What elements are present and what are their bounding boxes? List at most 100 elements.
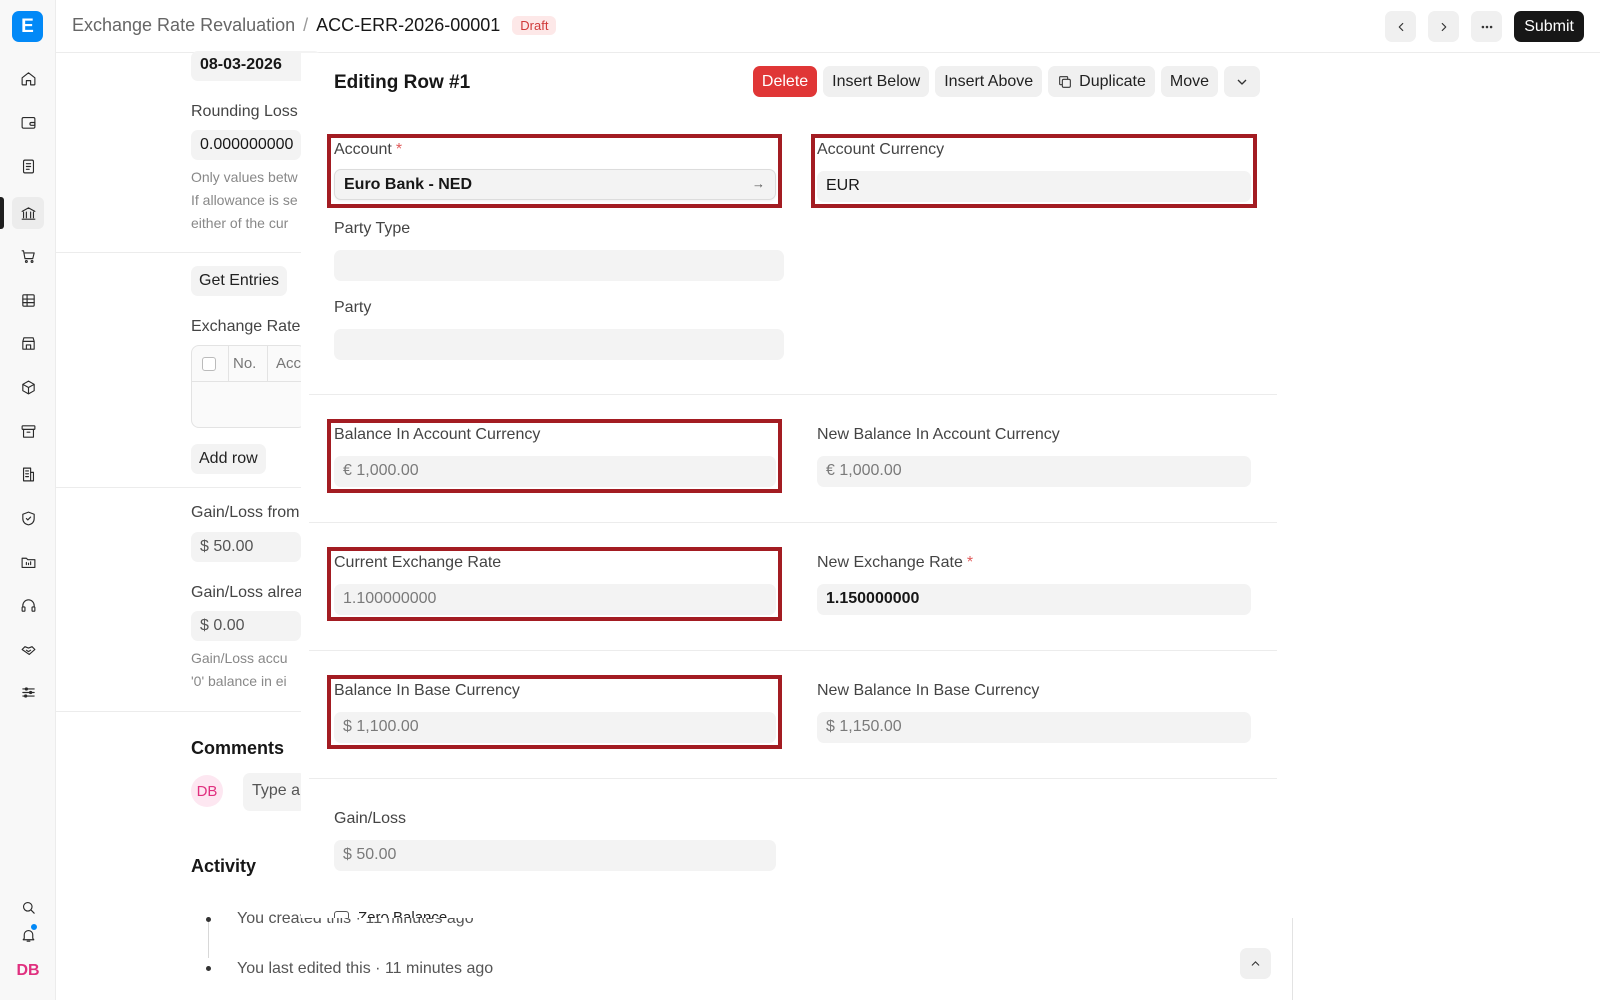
grid-select-all-checkbox[interactable]	[202, 356, 216, 371]
archive-icon[interactable]	[12, 415, 44, 447]
required-mark: *	[966, 554, 974, 571]
breadcrumb-separator: /	[303, 15, 309, 35]
breadcrumb-current: ACC-ERR-2026-00001	[316, 15, 501, 35]
chevron-left-icon	[1398, 22, 1404, 31]
panel-title: Editing Row #1	[334, 72, 471, 93]
top-actions: Submit	[1385, 11, 1584, 42]
top-bar: Exchange Rate Revaluation / ACC-ERR-2026…	[56, 0, 1600, 53]
shield-icon[interactable]	[12, 502, 44, 534]
chevron-right-icon	[1441, 22, 1447, 31]
section-divider	[309, 394, 1277, 395]
folder-icon[interactable]	[12, 546, 44, 578]
divider	[56, 487, 301, 488]
zero-balance-checkbox[interactable]	[334, 911, 349, 918]
activity-dot	[206, 917, 211, 922]
insert-below-button[interactable]: Insert Below	[823, 66, 930, 97]
comment-input[interactable]: Type a	[243, 773, 306, 811]
highlight-box	[327, 675, 782, 749]
activity-dot	[206, 966, 211, 971]
new-balance-account-currency-label: New Balance In Account Currency	[817, 426, 1060, 443]
new-exchange-rate-input[interactable]: 1.150000000	[817, 584, 1251, 615]
gain-loss-from-input[interactable]: $ 50.00	[191, 532, 301, 562]
get-entries-button[interactable]: Get Entries	[191, 266, 288, 296]
bell-icon[interactable]	[12, 919, 44, 951]
duplicate-row-button[interactable]: Duplicate	[1048, 66, 1155, 97]
chevron-up-icon	[1251, 961, 1260, 966]
highlight-box	[327, 419, 782, 493]
new-balance-account-currency-field: € 1,000.00	[817, 456, 1251, 487]
grid-header: No. Acc	[192, 346, 305, 382]
section-divider	[309, 650, 1277, 651]
collapse-panel-button[interactable]	[1224, 66, 1260, 97]
new-balance-base-currency-label: New Balance In Base Currency	[817, 682, 1040, 699]
handshake-icon[interactable]	[12, 633, 44, 665]
home-icon[interactable]	[12, 62, 44, 94]
exchange-rate-table-label: Exchange Rate	[191, 318, 301, 335]
delete-row-button[interactable]: Delete	[752, 66, 818, 97]
highlight-box	[811, 134, 1257, 208]
breadcrumb-parent[interactable]: Exchange Rate Revaluation	[72, 15, 295, 36]
store-icon[interactable]	[12, 327, 44, 359]
active-indicator	[0, 197, 4, 229]
editing-row-panel: Editing Row #1 Delete Insert Below Inser…	[301, 53, 1292, 918]
new-balance-base-currency-field: $ 1,150.00	[817, 712, 1251, 743]
activity-title: Activity	[191, 856, 257, 876]
more-horizontal-icon	[1481, 25, 1493, 28]
move-row-button[interactable]: Move	[1160, 66, 1218, 97]
notification-dot	[30, 923, 38, 931]
section-divider	[309, 522, 1277, 523]
highlight-box	[327, 134, 782, 208]
new-exchange-rate-label-text: New Exchange Rate	[817, 554, 963, 571]
sidebar-rail: E DB	[0, 0, 56, 1000]
status-badge: Draft	[512, 16, 557, 35]
party-type-field[interactable]	[334, 250, 784, 281]
app-logo[interactable]: E	[12, 11, 43, 42]
gain-loss-field: $ 50.00	[334, 840, 776, 871]
wallet-icon[interactable]	[12, 106, 44, 138]
exchange-rate-grid: No. Acc	[191, 345, 306, 428]
rounding-loss-input[interactable]: 0.000000000	[191, 130, 301, 160]
row-actions: Delete Insert Below Insert Above Duplica…	[752, 66, 1260, 97]
breadcrumb: Exchange Rate Revaluation / ACC-ERR-2026…	[72, 15, 557, 36]
sliders-icon[interactable]	[12, 676, 44, 708]
cart-icon[interactable]	[12, 240, 44, 272]
rounding-loss-label: Rounding Loss	[191, 103, 298, 120]
gain-loss-help-line-2: '0' balance in ei	[191, 673, 287, 689]
zero-balance-label: Zero Balance	[358, 909, 448, 918]
divider	[56, 711, 301, 712]
insert-above-button[interactable]: Insert Above	[935, 66, 1043, 97]
party-label: Party	[334, 299, 372, 316]
bank-icon[interactable]	[12, 197, 44, 229]
duplicate-label: Duplicate	[1079, 72, 1146, 90]
headset-icon[interactable]	[12, 589, 44, 621]
rounding-help-line-2: If allowance is se	[191, 192, 298, 208]
rounding-help-line-1: Only values betw	[191, 169, 298, 185]
gain-loss-label: Gain/Loss	[334, 810, 407, 827]
more-button[interactable]	[1471, 11, 1503, 42]
activity-item-edited: You last edited this · 11 minutes ago	[237, 960, 494, 977]
grid-col-account: Acc	[276, 355, 302, 372]
divider	[56, 252, 301, 253]
package-icon[interactable]	[12, 371, 44, 403]
gain-loss-from-label: Gain/Loss from	[191, 504, 300, 521]
previous-button[interactable]	[1385, 11, 1417, 42]
building-icon[interactable]	[12, 458, 44, 490]
next-button[interactable]	[1428, 11, 1460, 42]
add-row-button[interactable]: Add row	[191, 444, 266, 474]
highlight-box	[327, 547, 782, 621]
gain-loss-already-label: Gain/Loss alrea	[191, 584, 304, 601]
document-icon[interactable]	[12, 150, 44, 182]
gain-loss-help-line-1: Gain/Loss accu	[191, 650, 288, 666]
new-exchange-rate-label: New Exchange Rate *	[817, 554, 973, 572]
user-avatar[interactable]: DB	[12, 955, 44, 987]
party-field[interactable]	[334, 329, 784, 360]
copy-icon	[1059, 75, 1072, 88]
table-icon[interactable]	[12, 284, 44, 316]
gain-loss-already-input[interactable]: $ 0.00	[191, 611, 301, 641]
grid-col-no: No.	[228, 346, 268, 382]
submit-button[interactable]: Submit	[1514, 11, 1584, 42]
scroll-to-top-button[interactable]	[1240, 948, 1271, 979]
party-type-label: Party Type	[334, 220, 411, 237]
comments-title: Comments	[191, 738, 285, 758]
section-divider	[309, 778, 1277, 779]
